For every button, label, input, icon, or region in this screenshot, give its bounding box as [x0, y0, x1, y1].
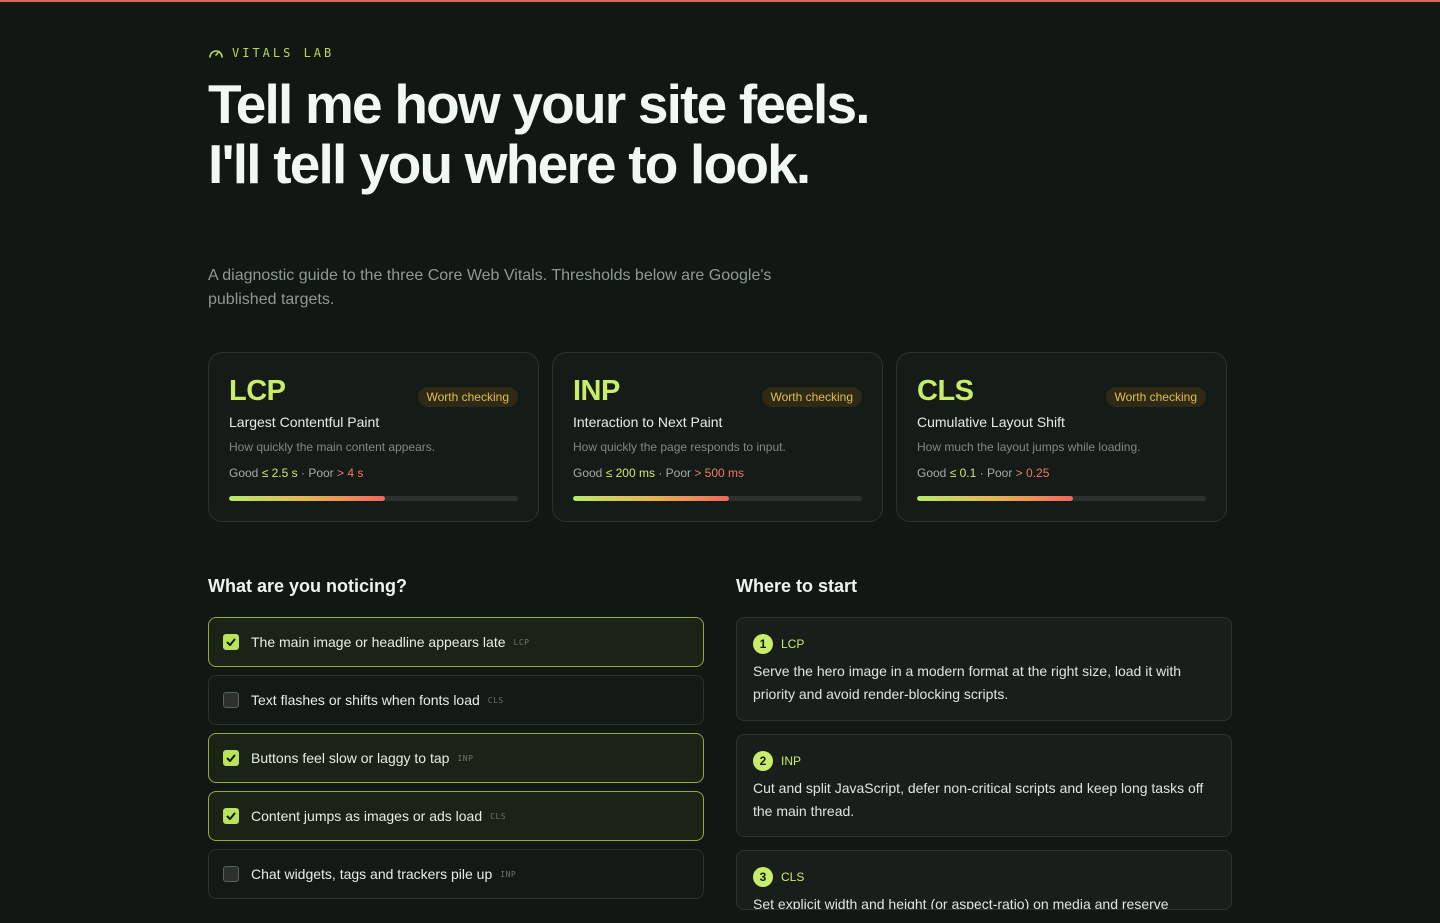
checkmark-icon: [226, 638, 236, 646]
symptom-option[interactable]: The main image or headline appears late …: [208, 617, 704, 667]
step-text: Set explicit width and height (or aspect…: [753, 896, 1169, 910]
gauge-icon: [208, 46, 224, 60]
vital-name: Cumulative Layout Shift: [917, 414, 1065, 430]
vital-abbr: LCP: [229, 375, 286, 407]
checkbox[interactable]: [223, 692, 239, 708]
vital-thresholds: Good ≤ 0.1 · Poor > 0.25: [917, 466, 1050, 480]
vital-description: How much the layout jumps while loading.: [917, 440, 1141, 454]
step-text: Serve the hero image in a modern format …: [753, 663, 1181, 702]
brand-name: VITALS LAB: [232, 46, 335, 60]
symptom-label: The main image or headline appears late: [251, 634, 506, 650]
symptom-option[interactable]: Text flashes or shifts when fonts load C…: [208, 675, 704, 725]
vital-description: How quickly the main content appears.: [229, 440, 436, 454]
recommendations-heading: Where to start: [736, 576, 858, 596]
symptoms-section: What are you noticing? The main image or…: [208, 574, 704, 907]
page-title: Tell me how your site feels. I'll tell y…: [208, 73, 871, 195]
vital-card-lcp: LCP Worth checking Largest Contentful Pa…: [208, 352, 539, 522]
brand-eyebrow: VITALS LAB: [208, 46, 334, 60]
vital-name: Largest Contentful Paint: [229, 414, 380, 430]
metric-tag: CLS: [490, 811, 507, 821]
symptom-label: Chat widgets, tags and trackers pile up: [251, 866, 493, 882]
status-badge: Worth checking: [761, 387, 862, 407]
vital-meter: [917, 496, 1206, 501]
step-metric: INP: [781, 754, 802, 768]
recommendation-card: 3 CLS Set explicit width and height (or …: [736, 850, 1232, 910]
vital-thresholds: Good ≤ 200 ms · Poor > 500 ms: [573, 466, 745, 480]
vitals-cards: LCP Worth checking Largest Contentful Pa…: [208, 352, 1232, 522]
vital-meter: [229, 496, 518, 501]
checkbox[interactable]: [223, 634, 239, 650]
step-text: Cut and split JavaScript, defer non-crit…: [753, 780, 1204, 819]
step-metric: LCP: [781, 637, 805, 651]
symptom-option[interactable]: Content jumps as images or ads load CLS: [208, 791, 704, 841]
vital-abbr: INP: [573, 375, 620, 407]
vital-card-inp: INP Worth checking Interaction to Next P…: [552, 352, 883, 522]
step-metric: CLS: [781, 870, 805, 884]
vital-description: How quickly the page responds to input.: [573, 440, 786, 454]
top-accent-line: [0, 0, 1440, 2]
vital-meter-fill: [573, 496, 730, 501]
step-number: 1: [753, 634, 773, 654]
checkbox[interactable]: [223, 750, 239, 766]
symptom-option[interactable]: Buttons feel slow or laggy to tap INP: [208, 733, 704, 783]
symptom-label: Buttons feel slow or laggy to tap: [251, 750, 450, 766]
vital-abbr: CLS: [917, 375, 974, 407]
checkbox[interactable]: [223, 808, 239, 824]
page-subtitle: A diagnostic guide to the three Core Web…: [208, 267, 772, 308]
metric-tag: CLS: [487, 695, 504, 705]
vital-name: Interaction to Next Paint: [573, 414, 723, 430]
checkbox[interactable]: [223, 866, 239, 882]
symptoms-heading: What are you noticing?: [208, 576, 408, 596]
recommendation-card: 2 INP Cut and split JavaScript, defer no…: [736, 734, 1232, 837]
checkmark-icon: [226, 812, 236, 820]
step-number: 2: [753, 751, 773, 771]
metric-tag: INP: [500, 869, 517, 879]
vital-meter-fill: [917, 496, 1074, 501]
vital-thresholds: Good ≤ 2.5 s · Poor > 4 s: [229, 466, 364, 480]
vital-meter-fill: [229, 496, 386, 501]
symptom-label: Text flashes or shifts when fonts load: [251, 692, 480, 708]
vital-card-cls: CLS Worth checking Cumulative Layout Shi…: [896, 352, 1227, 522]
metric-tag: INP: [457, 753, 474, 763]
status-badge: Worth checking: [1105, 387, 1206, 407]
metric-tag: LCP: [513, 637, 530, 647]
vital-meter: [573, 496, 862, 501]
recommendations-section: Where to start 1 LCP Serve the hero imag…: [736, 574, 1232, 923]
recommendation-card: 1 LCP Serve the hero image in a modern f…: [736, 617, 1232, 721]
symptom-option[interactable]: Chat widgets, tags and trackers pile up …: [208, 849, 704, 899]
status-badge: Worth checking: [417, 387, 518, 407]
symptom-label: Content jumps as images or ads load: [251, 808, 483, 824]
step-number: 3: [753, 867, 773, 887]
checkmark-icon: [226, 754, 236, 762]
